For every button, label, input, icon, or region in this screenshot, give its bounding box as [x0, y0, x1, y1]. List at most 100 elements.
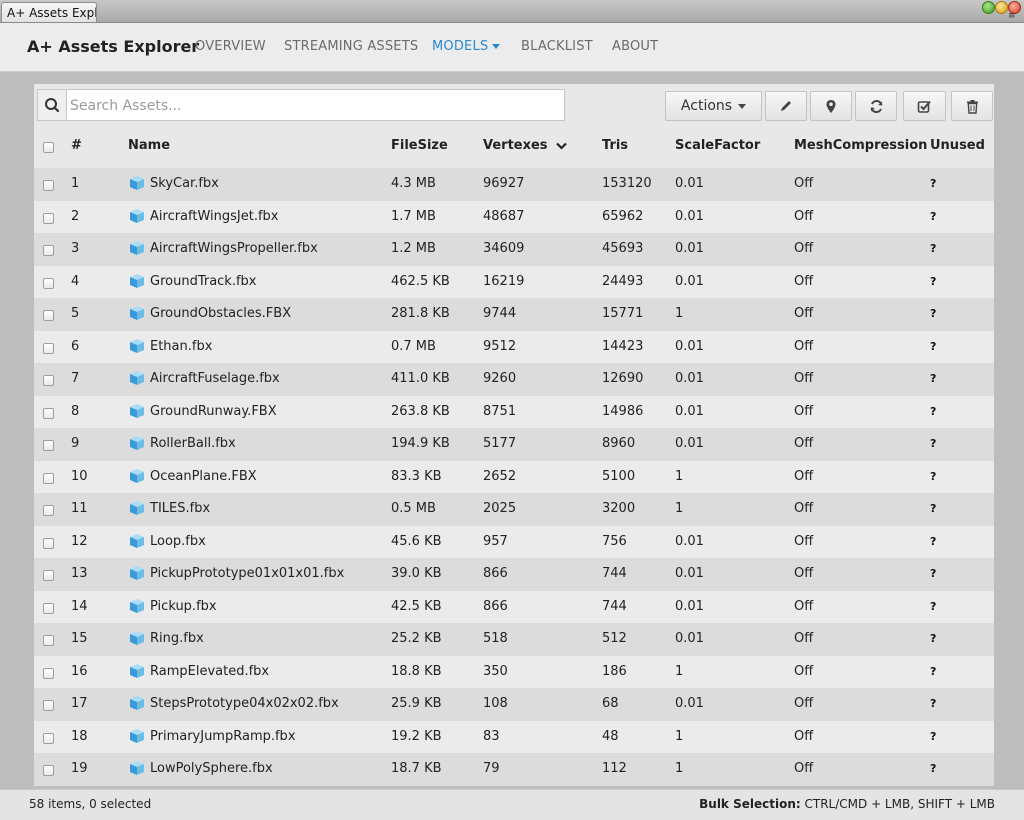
- row-checkbox[interactable]: [43, 667, 54, 679]
- mesh-cube-icon: [130, 371, 144, 385]
- nav-streaming-assets[interactable]: STREAMING ASSETS: [284, 39, 418, 54]
- window-menu-icon[interactable]: ≡: [1008, 11, 1016, 21]
- row-checkbox[interactable]: [43, 440, 54, 451]
- cell-tris: 14423: [602, 338, 644, 354]
- cell-unused: ?: [930, 339, 937, 353]
- col-filesize[interactable]: FileSize: [391, 138, 448, 153]
- table-row[interactable]: 18 PrimaryJumpRamp.fbx 19.2 KB 83 48 1 Off?: [34, 720, 994, 753]
- cell-index: 17: [71, 696, 88, 711]
- table-row[interactable]: 14 Pickup.fbx 42.5 KB 866 744 0.01 Off?: [34, 590, 994, 623]
- table-row[interactable]: 4 GroundTrack.fbx 462.5 KB 16219 24493 0.01 Of…: [34, 265, 994, 298]
- row-checkbox[interactable]: [43, 537, 54, 549]
- row-checkbox[interactable]: [43, 180, 54, 191]
- col-index[interactable]: #: [71, 138, 82, 153]
- table-row[interactable]: 9 RollerBall.fbx 194.9 KB 5177 8960 0.01 Off?: [34, 428, 994, 461]
- row-checkbox[interactable]: [43, 342, 54, 354]
- cell-unused: ?: [930, 762, 937, 775]
- cell-vertexes: 9260: [483, 371, 517, 386]
- cell-unused: ?: [930, 567, 937, 580]
- bulk-selection-hint: Bulk Selection: CTRL/CMD + LMB, SHIFT + …: [699, 797, 995, 811]
- col-vertexes[interactable]: Vertexes: [483, 138, 567, 153]
- cell-unused: ?: [930, 242, 937, 255]
- cell-filesize: 83.3 KB: [391, 468, 442, 484]
- row-checkbox[interactable]: [43, 602, 54, 614]
- table-row[interactable]: 2 AircraftWingsJet.fbx 1.7 MB 48687 65962 0.0…: [34, 200, 994, 233]
- actions-button[interactable]: Actions: [665, 91, 762, 121]
- cell-scalefactor: 0.01: [675, 598, 704, 614]
- cell-vertexes: 518: [483, 631, 508, 646]
- col-unused[interactable]: Unused: [930, 138, 985, 153]
- cell-meshcompression: Off: [794, 436, 814, 451]
- mesh-cube-icon: [130, 338, 144, 353]
- maximize-icon[interactable]: [982, 1, 995, 14]
- col-scalefactor[interactable]: ScaleFactor: [675, 138, 760, 153]
- table-row[interactable]: 19 LowPolySphere.fbx 18.7 KB 79 112 1 Off?: [34, 753, 994, 786]
- row-checkbox[interactable]: [43, 375, 54, 386]
- cell-scalefactor: 0.01: [675, 338, 704, 354]
- table-row[interactable]: 10 OceanPlane.FBX 83.3 KB 2652 5100 1 Off?: [34, 460, 994, 493]
- row-checkbox[interactable]: [43, 635, 54, 646]
- nav-blacklist[interactable]: BLACKLIST: [521, 39, 593, 54]
- cell-index: 18: [71, 728, 88, 744]
- cell-filesize: 0.5 MB: [391, 501, 436, 516]
- window-tab[interactable]: A+ Assets Explc: [1, 2, 97, 22]
- row-checkbox[interactable]: [43, 505, 54, 516]
- nav-about[interactable]: ABOUT: [612, 39, 658, 54]
- row-checkbox[interactable]: [43, 732, 54, 744]
- refresh-button[interactable]: [855, 91, 897, 121]
- table-row[interactable]: 13 PickupPrototype01x01x01.fbx 39.0 KB 866 7…: [34, 558, 994, 591]
- row-checkbox[interactable]: [43, 245, 54, 256]
- cell-filesize: 263.8 KB: [391, 403, 450, 419]
- col-name[interactable]: Name: [128, 138, 170, 153]
- row-checkbox[interactable]: [43, 700, 54, 711]
- search-button[interactable]: [38, 90, 67, 120]
- chevron-down-icon: [492, 44, 501, 49]
- cell-tris: 744: [602, 566, 627, 581]
- nav-overview[interactable]: OVERVIEW: [195, 39, 266, 54]
- edit-button[interactable]: [765, 91, 807, 121]
- cell-vertexes: 866: [483, 566, 508, 581]
- table-row[interactable]: 12 Loop.fbx 45.6 KB 957 756 0.01 Off?: [34, 525, 994, 558]
- row-checkbox[interactable]: [43, 765, 54, 776]
- col-meshcompression[interactable]: MeshCompression: [794, 138, 927, 153]
- table-row[interactable]: 17 StepsPrototype04x02x02.fbx 25.9 KB 108 68…: [34, 688, 994, 721]
- cell-name: AircraftWingsPropeller.fbx: [150, 241, 318, 256]
- cell-scalefactor: 0.01: [675, 176, 704, 191]
- table-row[interactable]: 3 AircraftWingsPropeller.fbx 1.2 MB 34609 45…: [34, 233, 994, 266]
- table-row[interactable]: 11 TILES.fbx 0.5 MB 2025 3200 1 Off?: [34, 493, 994, 526]
- locate-button[interactable]: [810, 91, 852, 121]
- row-checkbox[interactable]: [43, 277, 54, 289]
- search-input[interactable]: [68, 92, 562, 120]
- cell-tris: 8960: [602, 436, 636, 451]
- cell-tris: 744: [602, 598, 627, 614]
- select-all-button[interactable]: [903, 91, 946, 121]
- row-checkbox[interactable]: [43, 310, 54, 321]
- pencil-icon: [781, 101, 791, 111]
- delete-button[interactable]: [951, 91, 993, 121]
- cell-unused: ?: [930, 404, 937, 418]
- table-row[interactable]: 8 GroundRunway.FBX 263.8 KB 8751 14986 0.01 Of…: [34, 395, 994, 428]
- cell-name: RampElevated.fbx: [150, 663, 270, 679]
- row-checkbox[interactable]: [43, 570, 54, 581]
- minimize-icon[interactable]: [995, 1, 1008, 14]
- nav-models[interactable]: MODELS: [432, 39, 501, 54]
- cell-index: 4: [71, 273, 80, 289]
- col-tris[interactable]: Tris: [602, 138, 628, 153]
- row-checkbox[interactable]: [43, 472, 54, 484]
- cell-name: Ring.fbx: [150, 631, 204, 646]
- cell-scalefactor: 0.01: [675, 241, 704, 256]
- table-row[interactable]: 6 Ethan.fbx 0.7 MB 9512 14423 0.01 Off?: [34, 330, 994, 363]
- table-row[interactable]: 5 GroundObstacles.FBX 281.8 KB 9744 15771 1 Of…: [34, 298, 994, 331]
- table-row[interactable]: 7 AircraftFuselage.fbx 411.0 KB 9260 12690 0.…: [34, 363, 994, 396]
- row-checkbox[interactable]: [43, 407, 54, 419]
- select-all-checkbox[interactable]: [43, 142, 54, 153]
- table-row[interactable]: 15 Ring.fbx 25.2 KB 518 512 0.01 Off?: [34, 623, 994, 656]
- mesh-cube-icon: [130, 728, 144, 743]
- mesh-cube-icon: [130, 696, 144, 710]
- cell-name: Ethan.fbx: [150, 338, 213, 354]
- row-checkbox[interactable]: [43, 212, 54, 224]
- cell-vertexes: 79: [483, 761, 500, 776]
- table-row[interactable]: 16 RampElevated.fbx 18.8 KB 350 186 1 Off?: [34, 655, 994, 688]
- table-row[interactable]: 1 SkyCar.fbx 4.3 MB 96927 153120 0.01 Off?: [34, 168, 994, 201]
- cell-index: 1: [71, 176, 80, 191]
